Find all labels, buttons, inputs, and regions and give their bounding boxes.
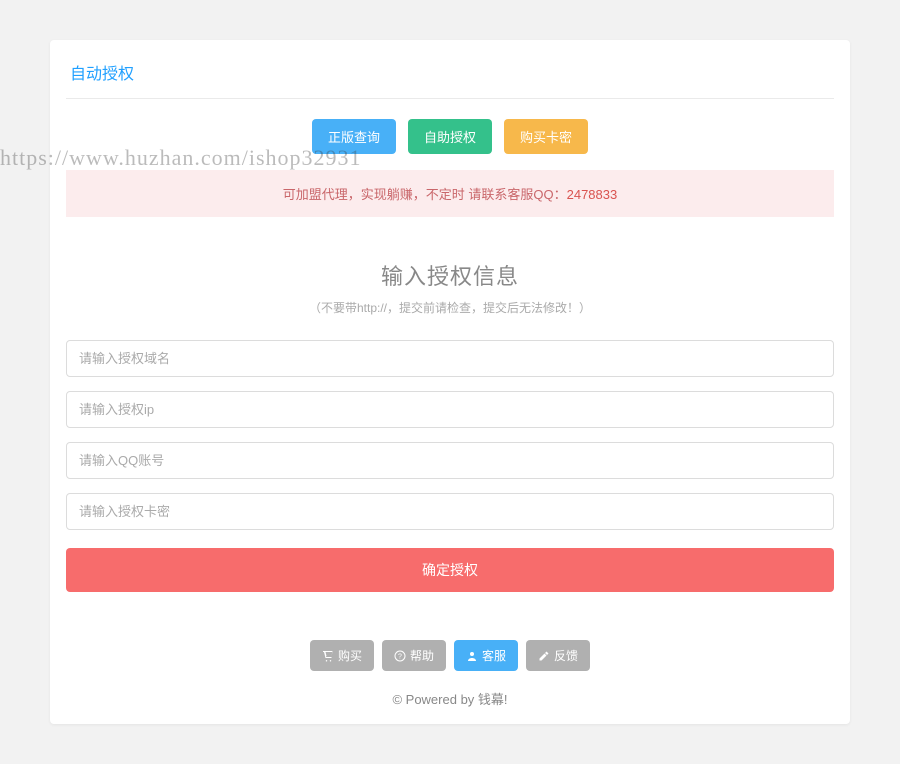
footer-brand-link[interactable]: 钱幕! xyxy=(478,692,508,707)
card-key-input[interactable] xyxy=(66,493,834,530)
footer-credit: © Powered by 钱幕! xyxy=(66,689,834,708)
question-icon: ? xyxy=(394,650,406,662)
buy-card-button[interactable]: 购买卡密 xyxy=(504,119,588,154)
notice-text: 可加盟代理，实现躺赚，不定时 请联系客服QQ： xyxy=(283,187,567,202)
form-subtitle: （不要带http://，提交前请检查，提交后无法修改！） xyxy=(66,299,834,316)
main-panel: 自动授权 正版查询 自助授权 购买卡密 可加盟代理，实现躺赚，不定时 请联系客服… xyxy=(50,40,850,724)
form-title-wrap: 输入授权信息 xyxy=(66,259,834,291)
self-auth-button[interactable]: 自助授权 xyxy=(408,119,492,154)
domain-input[interactable] xyxy=(66,340,834,377)
genuine-lookup-button[interactable]: 正版查询 xyxy=(312,119,396,154)
footer-buy-label: 购买 xyxy=(338,647,362,664)
notice-qq: 2478833 xyxy=(567,187,618,202)
footer-prefix: © Powered by xyxy=(392,692,477,707)
footer-help-label: 帮助 xyxy=(410,647,434,664)
footer-help-button[interactable]: ? 帮助 xyxy=(382,640,446,671)
footer-feedback-label: 反馈 xyxy=(554,647,578,664)
cart-icon xyxy=(322,650,334,662)
footer-service-button[interactable]: 客服 xyxy=(454,640,518,671)
svg-text:?: ? xyxy=(398,653,402,660)
footer-button-row: 购买 ? 帮助 客服 反馈 xyxy=(66,640,834,671)
ip-input[interactable] xyxy=(66,391,834,428)
qq-input[interactable] xyxy=(66,442,834,479)
notice-banner: 可加盟代理，实现躺赚，不定时 请联系客服QQ：2478833 xyxy=(66,170,834,217)
submit-auth-button[interactable]: 确定授权 xyxy=(66,548,834,592)
pencil-icon xyxy=(538,650,550,662)
top-button-row: 正版查询 自助授权 购买卡密 xyxy=(66,99,834,170)
footer-feedback-button[interactable]: 反馈 xyxy=(526,640,590,671)
user-icon xyxy=(466,650,478,662)
form-title: 输入授权信息 xyxy=(66,259,834,291)
footer-service-label: 客服 xyxy=(482,647,506,664)
page-title: 自动授权 xyxy=(66,40,834,99)
footer-buy-button[interactable]: 购买 xyxy=(310,640,374,671)
